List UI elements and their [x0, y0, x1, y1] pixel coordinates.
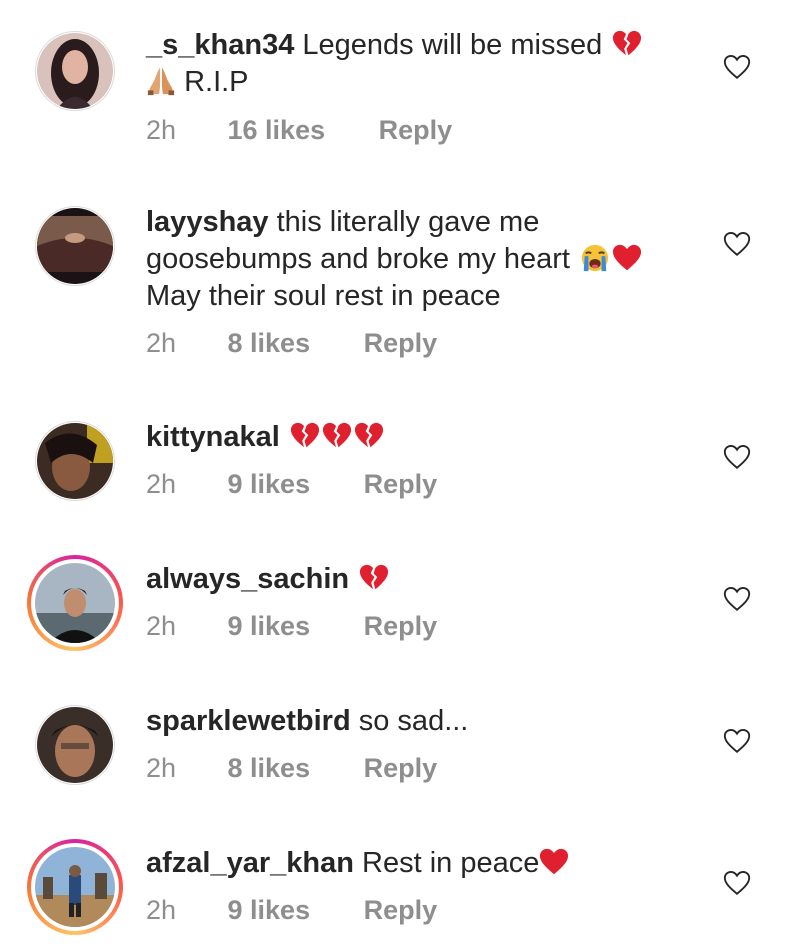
username[interactable]: _s_khan34 — [146, 29, 294, 61]
avatar-photo — [37, 423, 113, 499]
story-ring[interactable] — [27, 839, 123, 935]
folded-hands-icon — [146, 66, 176, 96]
reply-button[interactable]: Reply — [364, 328, 438, 359]
comment-text: afzal_yar_khan Rest in peace — [146, 845, 706, 882]
reply-button[interactable]: Reply — [379, 115, 453, 146]
reply-button[interactable]: Reply — [364, 611, 438, 642]
reply-button[interactable]: Reply — [364, 469, 438, 500]
comment-body-continued: May their soul rest in peace — [146, 280, 501, 312]
avatar-photo — [37, 33, 113, 109]
likes-count[interactable]: 9 likes — [228, 895, 311, 926]
comment-body: Rest in peace — [362, 847, 540, 879]
username[interactable]: afzal_yar_khan — [146, 847, 354, 879]
comment-body: Legends will be missed — [302, 29, 603, 61]
comment-meta: 2h 8 likes Reply — [146, 328, 437, 359]
story-ring[interactable] — [27, 555, 123, 651]
like-heart-icon[interactable] — [722, 229, 752, 259]
comment-time: 2h — [146, 328, 177, 358]
broken-heart-icon — [354, 421, 384, 451]
comment-meta: 2h 9 likes Reply — [146, 895, 437, 926]
like-heart-icon[interactable] — [722, 52, 752, 82]
reply-button[interactable]: Reply — [364, 753, 438, 784]
comment-meta: 2h 9 likes Reply — [146, 469, 437, 500]
like-heart-icon[interactable] — [722, 726, 752, 756]
comment-time: 2h — [146, 753, 177, 783]
likes-count[interactable]: 16 likes — [228, 115, 326, 146]
avatar-photo — [37, 707, 113, 783]
comment-text: layyshay this literally gave me goosebum… — [146, 204, 691, 315]
broken-heart-icon — [359, 563, 389, 593]
comment-text: kittynakal — [146, 419, 706, 456]
like-heart-icon[interactable] — [722, 868, 752, 898]
avatar[interactable] — [35, 421, 115, 501]
likes-count[interactable]: 9 likes — [228, 611, 311, 642]
comment-meta: 2h 8 likes Reply — [146, 753, 437, 784]
avatar[interactable] — [35, 31, 115, 111]
comment-time: 2h — [146, 611, 177, 641]
broken-heart-icon — [322, 421, 352, 451]
likes-count[interactable]: 9 likes — [228, 469, 311, 500]
comment-text: _s_khan34 Legends will be missed R.I.P — [146, 27, 706, 101]
comment-time: 2h — [146, 115, 177, 145]
broken-heart-icon — [612, 29, 642, 59]
like-heart-icon[interactable] — [722, 584, 752, 614]
username[interactable]: kittynakal — [146, 421, 280, 453]
username[interactable]: sparklewetbird — [146, 705, 351, 737]
username[interactable]: layyshay — [146, 206, 269, 238]
comment-text: sparklewetbird so sad... — [146, 703, 706, 740]
likes-count[interactable]: 8 likes — [228, 328, 311, 359]
broken-heart-icon — [290, 421, 320, 451]
username[interactable]: always_sachin — [146, 563, 349, 595]
reply-button[interactable]: Reply — [364, 895, 438, 926]
avatar-photo — [35, 563, 115, 643]
avatar[interactable] — [35, 206, 115, 286]
like-heart-icon[interactable] — [722, 442, 752, 472]
comment-body-continued: R.I.P — [184, 66, 249, 98]
comment-meta: 2h 9 likes Reply — [146, 611, 437, 642]
crying-face-icon — [580, 243, 610, 273]
likes-count[interactable]: 8 likes — [228, 753, 311, 784]
red-heart-icon — [539, 847, 569, 877]
comment-time: 2h — [146, 895, 177, 925]
avatar-photo — [35, 847, 115, 927]
comment-body: so sad... — [358, 705, 469, 737]
comment-text: always_sachin — [146, 561, 706, 598]
avatar-photo — [37, 208, 113, 284]
avatar[interactable] — [35, 705, 115, 785]
comment-meta: 2h 16 likes Reply — [146, 115, 452, 146]
red-heart-icon — [612, 243, 642, 273]
comment-time: 2h — [146, 469, 177, 499]
